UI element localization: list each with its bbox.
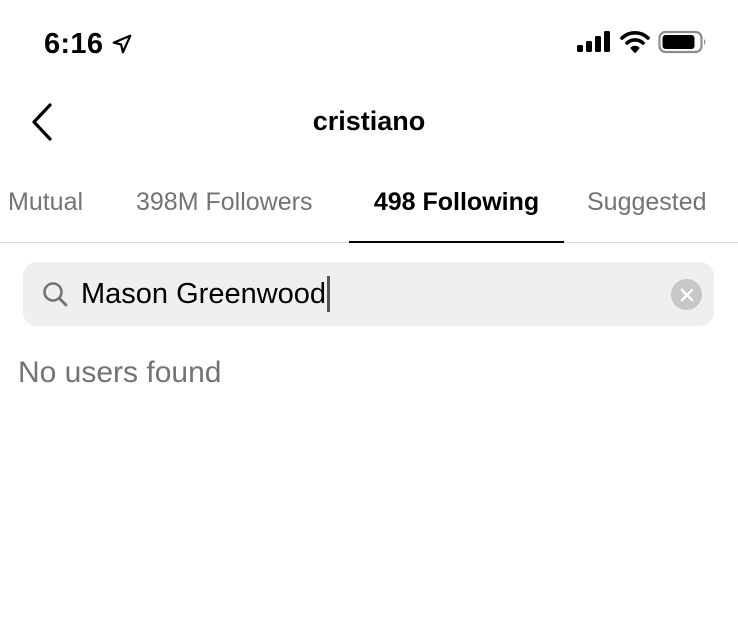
tab-label: 398M Followers [136,188,313,216]
search-input[interactable]: Mason Greenwood [81,262,661,326]
tab-label: Mutual [8,188,84,216]
tab-label: 498 Following [373,188,540,216]
page-title: cristiano [312,106,426,136]
tab-mutual[interactable]: Mutual [8,178,83,240]
battery-icon [658,30,706,54]
nav-header: cristiano [0,92,738,156]
cellular-signal-icon [577,31,610,52]
tab-label: Suggested [587,188,707,216]
search-bar[interactable]: Mason Greenwood [23,262,714,326]
status-bar: 6:16 [0,0,738,88]
tab-following[interactable]: 498 Following [349,178,564,240]
tab-bar: Mutual 398M Followers 498 Following Sugg… [0,178,738,243]
location-arrow-icon [112,34,132,54]
status-icons [576,30,708,54]
active-tab-indicator [349,241,564,243]
search-input-value: Mason Greenwood [81,277,327,310]
tab-followers[interactable]: 398M Followers [136,178,312,240]
search-icon [43,282,68,307]
tab-suggested[interactable]: Suggested [587,178,707,240]
empty-results-message: No users found [18,356,222,389]
text-cursor [327,276,331,312]
clear-icon [680,288,693,301]
wifi-icon [620,31,650,53]
clear-search-button[interactable] [671,279,702,310]
status-time-group: 6:16 [44,24,133,64]
status-time: 6:16 [44,27,104,60]
